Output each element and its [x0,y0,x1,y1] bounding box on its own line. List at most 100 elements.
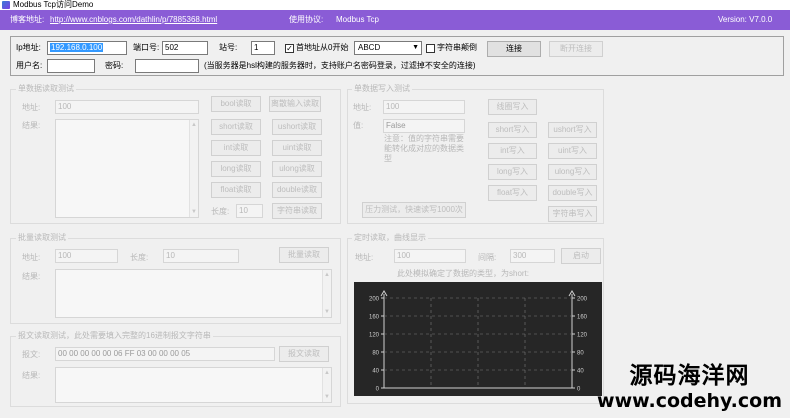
start-zero-checkbox[interactable]: ✓ [285,44,294,53]
chart-right-tick-label: 120 [577,333,588,339]
version-text: Version: V7.0.0 [718,15,773,24]
read-int-button[interactable]: int读取 [211,140,261,156]
write-long-button[interactable]: long写入 [488,164,537,180]
scrollbar[interactable]: ▲ ▼ [322,270,331,317]
format-select[interactable]: ABCD ▼ [354,41,422,55]
blog-label: 博客地址: [10,15,45,24]
message-label: 报文: [22,350,41,359]
blog-link[interactable]: http://www.cnblogs.com/dathlin/p/7885368… [50,15,217,25]
timed-read-address-label: 地址: [355,253,374,262]
message-read-title: 报文读取测试，此处需要填入完整的16进制报文字符串 [16,331,213,341]
login-note: (当服务器是hsl构建的服务器时，支持账户名密码登录，过滤掉不安全的连接) [204,61,476,70]
user-input[interactable] [47,59,95,73]
batch-read-button[interactable]: 批量读取 [279,247,329,263]
watermark-cn: 源码海洋网 [629,363,750,389]
read-double-button[interactable]: double读取 [272,182,322,198]
chart-right-tick-label: 40 [577,369,584,375]
write-int-button[interactable]: int写入 [488,143,537,159]
batch-read-result-label: 结果: [22,272,41,281]
single-read-length-label: 长度: [211,207,230,216]
password-input[interactable] [135,59,199,73]
scroll-up-icon: ▲ [191,122,197,128]
single-write-title: 单数据写入测试 [352,84,412,94]
batch-read-length-input[interactable]: 10 [163,249,239,263]
app-icon [2,1,10,9]
batch-read-address-input[interactable]: 100 [55,249,118,263]
chart-right-tick-label: 80 [577,351,584,357]
read-ulong-button[interactable]: ulong读取 [272,161,322,177]
timed-read-title: 定时读取，曲线显示 [352,233,428,243]
single-write-value-label: 值: [353,121,364,130]
watermark-url: www.codehy.com [597,390,782,412]
station-label: 站号: [219,43,238,52]
password-label: 密码: [105,61,124,70]
chevron-down-icon: ▼ [412,44,419,51]
station-input[interactable]: 1 [251,41,275,55]
write-ushort-button[interactable]: ushort写入 [548,122,597,138]
chart-right-tick-label: 160 [577,315,588,321]
watermark: 源码海洋网 www.codehy.com [597,362,782,412]
write-uint-button[interactable]: uint写入 [548,143,597,159]
connect-button[interactable]: 连接 [487,41,541,57]
string-reverse-label: 字符串颠倒 [437,43,477,52]
batch-read-length-label: 长度: [130,253,149,262]
write-ulong-button[interactable]: ulong写入 [548,164,597,180]
chart-left-tick-label: 160 [369,315,380,321]
chart-left-tick-label: 0 [376,387,380,393]
timed-read-note: 此处模拟确定了数据的类型，为short: [397,269,530,278]
scrollbar[interactable]: ▲ ▼ [189,120,198,217]
single-write-address-input[interactable]: 100 [383,100,465,114]
stress-test-button[interactable]: 压力测试，快速读写1000次 [362,202,466,218]
port-label: 端口号: [133,43,160,52]
timed-read-address-input[interactable]: 100 [394,249,466,263]
string-reverse-checkbox[interactable] [426,44,435,53]
port-input[interactable]: 502 [162,41,208,55]
batch-read-result-area[interactable]: ▲ ▼ [55,269,332,318]
single-write-address-label: 地址: [353,103,372,112]
write-coil-button[interactable]: 线圈写入 [488,99,537,115]
user-label: 用户名: [16,61,43,70]
write-float-button[interactable]: float写入 [488,185,537,201]
message-read-button[interactable]: 报文读取 [279,346,329,362]
chart-right-tick-label: 0 [577,387,581,393]
timed-start-button[interactable]: 启动 [561,248,601,264]
message-result-area[interactable]: ▲ ▼ [55,367,332,403]
interval-label: 间隔: [478,253,497,262]
curve-chart-svg: 200 160 120 80 40 0 200 160 120 80 40 0 [369,290,588,393]
batch-read-address-label: 地址: [22,253,41,262]
protocol-label: 使用协议: [289,15,324,24]
read-ushort-button[interactable]: ushort读取 [272,119,322,135]
read-uint-button[interactable]: uint读取 [272,140,322,156]
single-read-address-input[interactable]: 100 [55,100,199,114]
read-float-button[interactable]: float读取 [211,182,261,198]
write-short-button[interactable]: short写入 [488,122,537,138]
read-discrete-button[interactable]: 离散输入读取 [269,96,321,112]
read-long-button[interactable]: long读取 [211,161,261,177]
ip-input[interactable]: 192.168.0.100 [47,41,127,55]
interval-input[interactable]: 300 [510,249,555,263]
scrollbar[interactable]: ▲ ▼ [322,368,331,402]
single-read-result-label: 结果: [22,121,41,130]
write-double-button[interactable]: double写入 [548,185,597,201]
batch-read-title: 批量读取测试 [16,233,68,243]
read-string-button[interactable]: 字符串读取 [272,203,322,219]
chart-left-tick-label: 120 [369,333,380,339]
read-bool-button[interactable]: bool读取 [211,96,261,112]
curve-chart: 200 160 120 80 40 0 200 160 120 80 40 0 [354,282,602,396]
start-zero-label: 首地址从0开始 [296,43,349,52]
write-string-button[interactable]: 字符串写入 [548,206,597,222]
scroll-up-icon: ▲ [324,370,330,376]
chart-left-tick-label: 80 [372,351,379,357]
single-read-result-area[interactable]: ▲ ▼ [55,119,199,218]
message-input[interactable]: 00 00 00 00 00 06 FF 03 00 00 00 05 [55,347,275,361]
scroll-down-icon: ▼ [324,309,330,315]
single-read-title: 单数据读取测试 [16,84,76,94]
read-short-button[interactable]: short读取 [211,119,261,135]
ip-label: Ip地址: [16,43,41,52]
single-write-value-input[interactable]: False [383,119,465,133]
window-title: Modbus Tcp访问Demo [13,0,94,9]
disconnect-button[interactable]: 断开连接 [549,41,603,57]
check-icon: ✓ [286,44,293,53]
single-read-length-input[interactable]: 10 [236,204,263,218]
chart-left-tick-label: 200 [369,297,380,303]
